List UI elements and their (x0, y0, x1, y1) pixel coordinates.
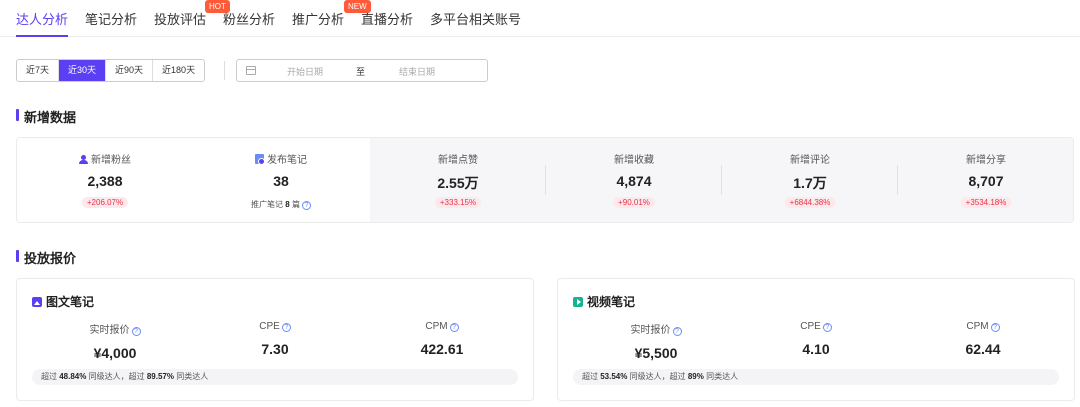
metric-cpe: CPE? 7.30 (195, 321, 355, 357)
promo-notes-count: 推广笔记 8 篇? (193, 199, 369, 210)
stat-value: 8,707 (968, 173, 1004, 189)
range-30d[interactable]: 近30天 (59, 60, 107, 81)
section-title-pricing: 投放报价 (16, 248, 76, 267)
metric-realtime-price: 实时报价? ¥5,500 (576, 321, 736, 361)
date-range-picker[interactable]: 开始日期 至 结束日期 (236, 59, 488, 82)
stat-label: 发布笔记 (193, 151, 369, 166)
help-icon[interactable]: ? (822, 323, 832, 332)
tab-delivery-eval[interactable]: 投放评估 HOT (154, 0, 230, 28)
stat-delta: +333.15% (434, 197, 482, 208)
tab-note-analysis[interactable]: 笔记分析 (85, 9, 137, 28)
metric-label: 实时报价? (576, 321, 736, 336)
price-card-video-note: 视频笔记 实时报价? ¥5,500 CPE? 4.10 CPM? 62.44 超… (557, 278, 1075, 401)
calendar-icon (246, 66, 256, 75)
card-title: 图文笔记 (32, 293, 94, 310)
ranking-note: 超过 48.84% 同级达人，超过 89.57% 同类达人 (32, 369, 518, 385)
stat-label: 新增评论 (790, 155, 830, 166)
metric-cpm: CPM? 62.44 (903, 321, 1063, 357)
help-icon[interactable]: ? (131, 327, 141, 336)
stat-new-likes: 新增点赞 2.55万 +333.15% (370, 138, 546, 222)
metric-cpe: CPE? 4.10 (736, 321, 896, 357)
price-card-image-note: 图文笔记 实时报价? ¥4,000 CPE? 7.30 CPM? 422.61 … (16, 278, 534, 401)
divider (224, 61, 225, 80)
section-title-new-data: 新增数据 (16, 107, 76, 126)
tab-live-analysis[interactable]: 直播分析 (361, 9, 413, 28)
tab-fans-analysis[interactable]: 粉丝分析 (223, 9, 275, 28)
stat-label: 新增点赞 (438, 155, 478, 166)
stat-value: 2.55万 (437, 175, 479, 191)
ranking-note: 超过 53.54% 同级达人，超过 89% 同类达人 (573, 369, 1059, 385)
help-icon[interactable]: ? (449, 323, 459, 332)
range-7d[interactable]: 近7天 (17, 60, 60, 81)
stat-new-shares: 新增分享 8,707 +3534.18% (898, 138, 1073, 222)
tab-label: 投放评估 (154, 12, 207, 27)
stat-published-notes: 发布笔记 38 推广笔记 8 篇? (193, 138, 369, 222)
stat-value: 2,388 (87, 173, 123, 189)
user-icon (79, 155, 88, 164)
date-separator: 至 (356, 67, 366, 77)
top-tab-bar: 达人分析 笔记分析 投放评估 HOT 粉丝分析 推广分析 NEW 直播分析 多平… (0, 0, 1080, 37)
stat-delta: +206.07% (81, 197, 129, 208)
metric-value: ¥4,000 (93, 345, 137, 361)
stat-new-favorites: 新增收藏 4,874 +90.01% (546, 138, 722, 222)
metric-label: CPM? (903, 321, 1063, 332)
stat-new-comments: 新增评论 1.7万 +6844.38% (722, 138, 898, 222)
metric-cpm: CPM? 422.61 (362, 321, 522, 357)
stat-delta: +3534.18% (960, 197, 1012, 208)
help-icon[interactable]: ? (990, 323, 1000, 332)
tab-multi-platform[interactable]: 多平台相关账号 (430, 9, 521, 28)
stat-value: 4,874 (616, 173, 652, 189)
metric-value: 422.61 (420, 341, 464, 357)
stats-panel: 新增粉丝 2,388 +206.07% 发布笔记 38 推广笔记 8 篇? 新增… (16, 137, 1074, 223)
stat-delta: +6844.38% (784, 197, 836, 208)
help-icon[interactable]: ? (672, 327, 682, 336)
help-icon[interactable]: ? (281, 323, 291, 332)
metric-value: 4.10 (802, 341, 830, 357)
stat-label: 新增收藏 (614, 155, 654, 166)
video-note-icon (573, 297, 583, 307)
metric-label: CPE? (195, 321, 355, 332)
card-title: 视频笔记 (573, 293, 635, 310)
metric-value: 62.44 (965, 341, 1001, 357)
start-date-input[interactable]: 开始日期 (287, 65, 323, 78)
stat-delta: +90.01% (613, 197, 655, 208)
help-icon[interactable]: ? (301, 201, 311, 210)
tab-promo-analysis[interactable]: 推广分析 NEW (292, 0, 371, 28)
stat-value: 38 (273, 173, 289, 189)
range-90d[interactable]: 近90天 (106, 60, 154, 81)
metric-label: CPM? (362, 321, 522, 332)
stat-new-fans: 新增粉丝 2,388 +206.07% (17, 138, 193, 222)
stat-label: 新增粉丝 (17, 151, 193, 166)
metric-label: 实时报价? (35, 321, 195, 336)
tab-label: 推广分析 (292, 12, 345, 27)
stat-label: 新增分享 (966, 155, 1006, 166)
metric-value: 7.30 (261, 341, 289, 357)
end-date-input[interactable]: 结束日期 (399, 65, 435, 78)
note-icon (255, 154, 265, 165)
range-selector: 近7天 近30天 近90天 近180天 (16, 59, 206, 82)
tab-talent-analysis[interactable]: 达人分析 (16, 9, 69, 37)
metric-realtime-price: 实时报价? ¥4,000 (35, 321, 195, 361)
metric-value: ¥5,500 (634, 345, 678, 361)
stat-value: 1.7万 (793, 175, 827, 191)
image-note-icon (32, 297, 42, 307)
metric-label: CPE? (736, 321, 896, 332)
range-180d[interactable]: 近180天 (153, 60, 204, 81)
